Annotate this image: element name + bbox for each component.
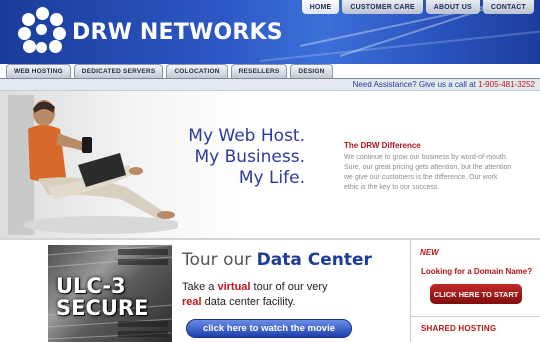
tagline-line: My Business. [194, 147, 306, 167]
tagline-line: My Life. [238, 168, 305, 188]
tab-resellers[interactable]: RESELLERS [230, 64, 288, 78]
tour-text-part: Take a [182, 281, 218, 293]
hero-banner: My Web Host. My Business. My Life. The D… [0, 91, 540, 238]
tour-text-real: real [182, 296, 202, 308]
tab-about-us[interactable]: ABOUT US [425, 0, 480, 14]
tab-contact[interactable]: CONTACT [482, 0, 534, 14]
tour-heading: Tour our Data Center [182, 250, 372, 270]
phone-number[interactable]: 1-905-481-3252 [478, 80, 535, 89]
start-button[interactable]: CLICK HERE TO START [430, 284, 522, 304]
difference-text: We continue to grow our business by word… [344, 154, 512, 191]
domain-question[interactable]: Looking for a Domain Name? [421, 267, 532, 276]
tab-customer-care[interactable]: CUSTOMER CARE [342, 0, 423, 14]
right-sidebar: NEW Looking for a Domain Name? CLICK HER… [410, 240, 540, 342]
main-nav: WEB HOSTING DEDICATED SERVERS COLOCATION… [6, 64, 333, 78]
tab-home[interactable]: HOME [301, 0, 340, 14]
tab-dedicated-servers[interactable]: DEDICATED SERVERS [73, 64, 164, 78]
tour-text-part: tour of our very [250, 281, 328, 293]
watch-movie-button[interactable]: click here to watch the movie [186, 319, 352, 338]
tour-description: Take a virtual tour of our very real dat… [182, 280, 328, 310]
tab-web-hosting[interactable]: WEB HOSTING [6, 64, 71, 78]
tour-heading-pre: Tour our [182, 250, 257, 270]
ulc-line: SECURE [56, 296, 149, 320]
brand-name[interactable]: DRW NETWORKS [72, 20, 283, 45]
shared-hosting-link[interactable]: SHARED HOSTING [421, 324, 496, 333]
assistance-label: Need Assistance? Give us a call at [352, 80, 479, 89]
top-nav: HOME CUSTOMER CARE ABOUT US CONTACT [301, 0, 534, 14]
difference-heading: The DRW Difference [344, 141, 421, 150]
brand-logo-icon[interactable] [18, 7, 66, 55]
hero-tagline: My Web Host. My Business. My Life. [185, 126, 305, 189]
ulc-line: ULC-3 [56, 274, 126, 298]
person-with-laptop-image [8, 95, 178, 235]
ulc-secure-label: ULC-3 SECURE [56, 275, 148, 319]
tab-colocation[interactable]: COLOCATION [166, 64, 228, 78]
sidebar-divider [411, 316, 540, 317]
tour-text-part: data center facility. [201, 296, 296, 308]
assistance-text: Need Assistance? Give us a call at 1-905… [353, 79, 535, 90]
new-badge: NEW [420, 248, 439, 257]
tagline-line: My Web Host. [188, 126, 305, 146]
tour-heading-highlight: Data Center [256, 250, 372, 270]
tour-text-virtual: virtual [217, 281, 251, 293]
data-center-image[interactable]: ULC-3 SECURE [48, 245, 172, 342]
tab-design[interactable]: DESIGN [290, 64, 333, 78]
